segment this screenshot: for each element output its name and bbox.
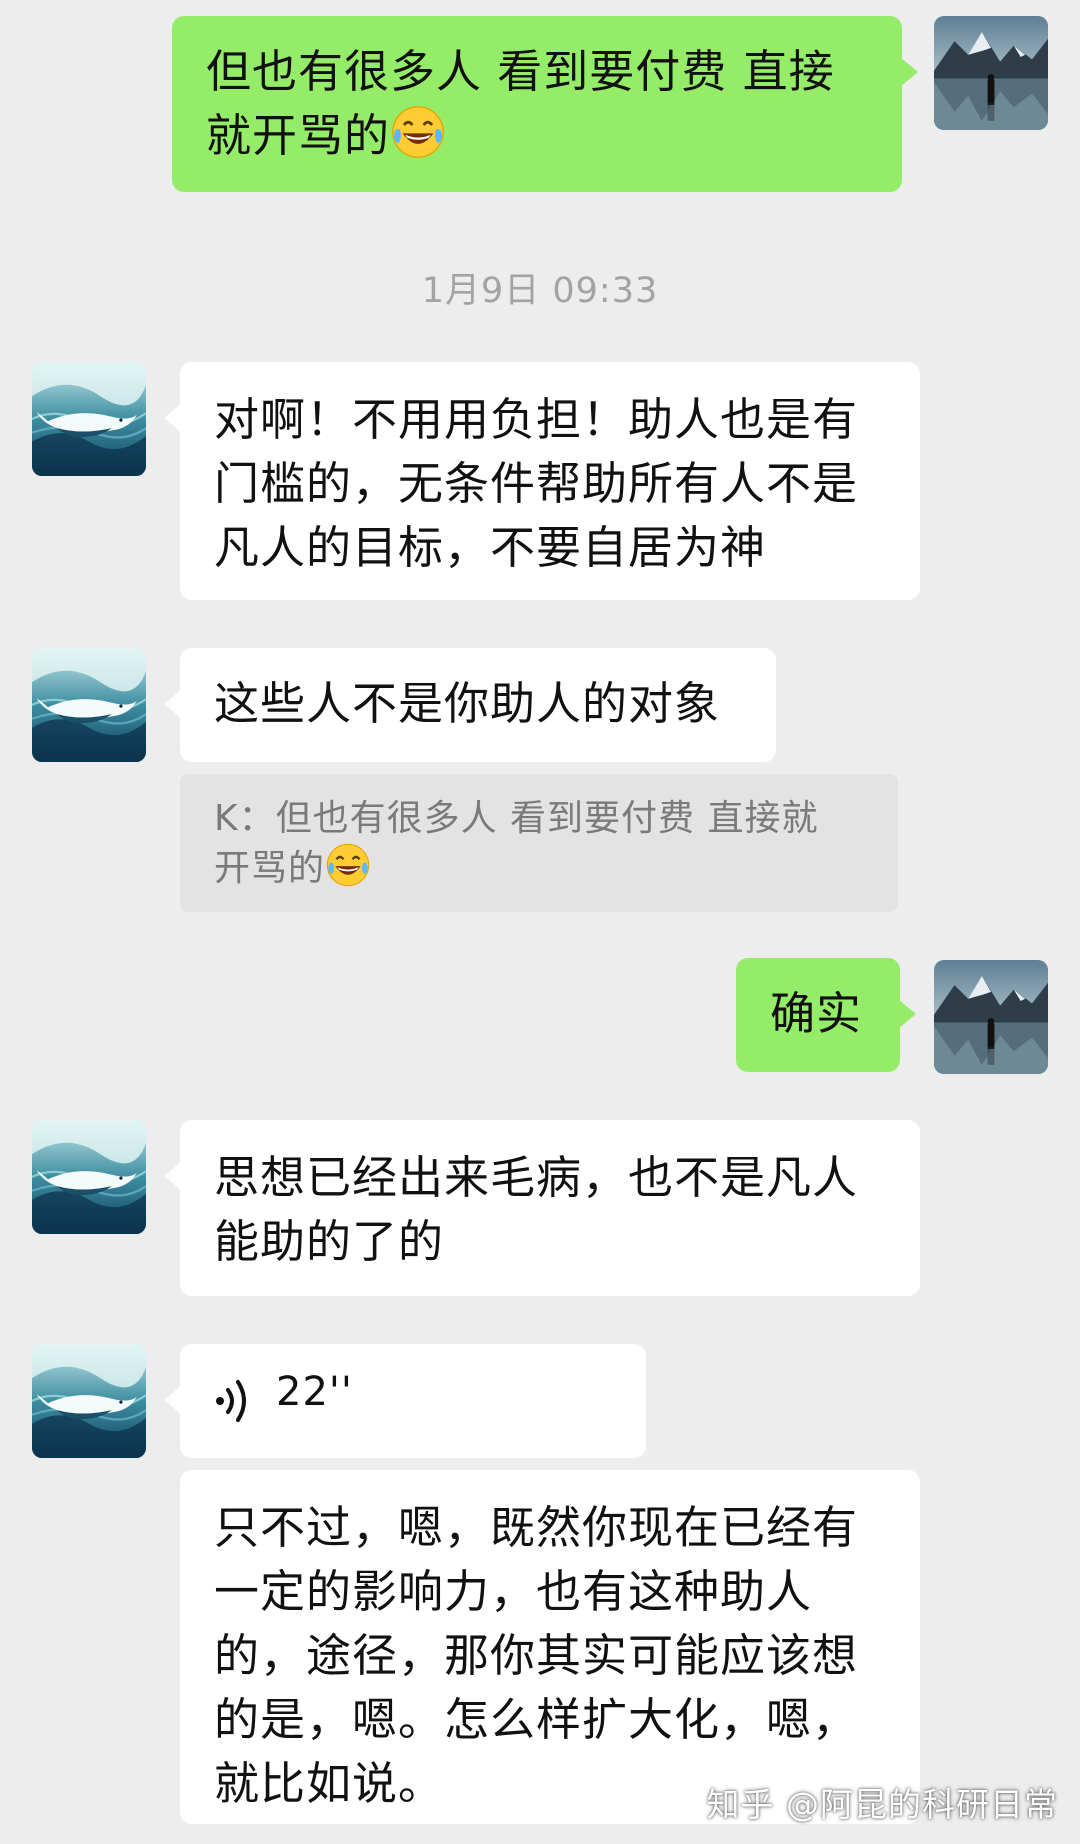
whale-wave-avatar-icon: [32, 1120, 146, 1234]
lake-mountain-avatar-icon: [934, 16, 1048, 130]
avatar-self[interactable]: [934, 960, 1048, 1074]
quoted-text: K：但也有很多人 看到要付费 直接就 开骂的: [214, 798, 819, 889]
message-text: 但也有很多人 看到要付费 直接 就开骂的: [206, 45, 835, 162]
watermark: 知乎 @阿昆的科研日常: [706, 1785, 1058, 1824]
avatar-other[interactable]: [32, 362, 146, 476]
whale-wave-avatar-icon: [32, 362, 146, 476]
message-bubble-self[interactable]: 确实: [736, 958, 916, 1072]
timestamp: 1月9日 09:33: [421, 271, 659, 311]
voice-transcript-bubble[interactable]: 只不过，嗯，既然你现在已经有 一定的影响力，也有这种助人 的，途径，那你其实可能…: [180, 1470, 920, 1824]
message-bubble-other[interactable]: 这些人不是你助人的对象: [164, 648, 776, 762]
avatar-self[interactable]: [934, 16, 1048, 130]
voice-duration: 22'': [276, 1369, 353, 1415]
quoted-reply[interactable]: K：但也有很多人 看到要付费 直接就 开骂的: [180, 774, 898, 912]
message-text: 只不过，嗯，既然你现在已经有 一定的影响力，也有这种助人 的，途径，那你其实可能…: [214, 1501, 859, 1810]
message-bubble-self[interactable]: 但也有很多人 看到要付费 直接 就开骂的: [172, 16, 918, 192]
lake-mountain-avatar-icon: [934, 960, 1048, 1074]
laughing-tears-emoji-icon: [325, 842, 371, 888]
avatar-other[interactable]: [32, 648, 146, 762]
whale-wave-avatar-icon: [32, 648, 146, 762]
avatar-other[interactable]: [32, 1344, 146, 1458]
message-bubble-other[interactable]: 对啊！不用用负担！助人也是有 门槛的，无条件帮助所有人不是 凡人的目标，不要自居…: [164, 362, 920, 600]
voice-message-bubble[interactable]: 22'': [164, 1344, 646, 1458]
message-bubble-other[interactable]: 思想已经出来毛病，也不是凡人 能助的了的: [164, 1120, 920, 1296]
voice-wave-icon: [216, 1380, 246, 1422]
whale-wave-avatar-icon: [32, 1344, 146, 1458]
message-text: 对啊！不用用负担！助人也是有 门槛的，无条件帮助所有人不是 凡人的目标，不要自居…: [214, 393, 859, 574]
message-text: 这些人不是你助人的对象: [214, 677, 721, 730]
laughing-tears-emoji-icon: [390, 104, 446, 160]
message-text: 思想已经出来毛病，也不是凡人 能助的了的: [214, 1151, 859, 1268]
message-text: 确实: [770, 987, 863, 1040]
avatar-other[interactable]: [32, 1120, 146, 1234]
